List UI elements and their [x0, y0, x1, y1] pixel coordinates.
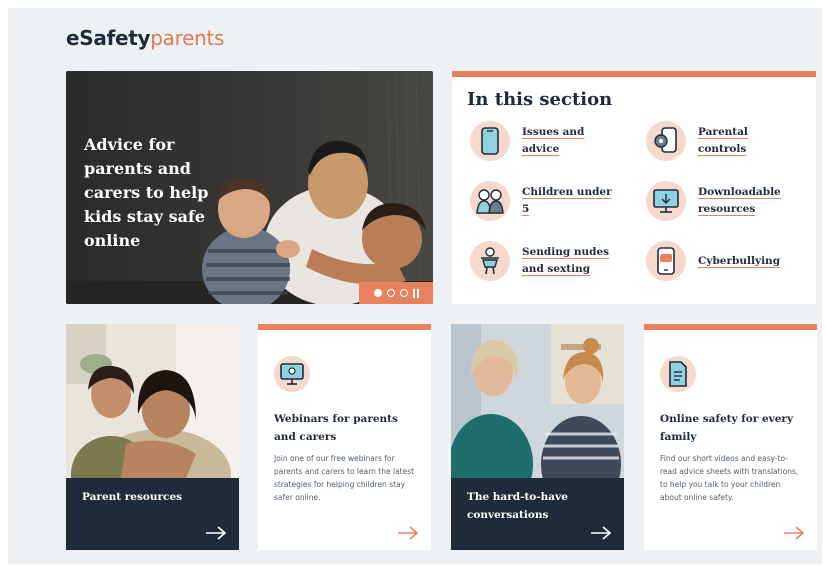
card-description: Find our short videos and easy-to-read a…	[660, 454, 799, 502]
card-title: Online safety for every family	[660, 413, 794, 443]
carousel-dot-1[interactable]	[373, 289, 382, 297]
card-photo	[451, 324, 624, 478]
section-link-label: Issues and advice	[522, 126, 585, 155]
esafety-parents-logo[interactable]: eSafetyparents	[66, 26, 224, 50]
phone-message-icon	[646, 241, 686, 281]
phone-icon	[470, 121, 510, 161]
children-icon	[470, 181, 510, 221]
card-title: Parent resources	[82, 491, 183, 503]
hero-carousel[interactable]: Advice for parents and carers to help ki…	[66, 71, 433, 304]
carousel-dot-3[interactable]	[399, 289, 408, 297]
card-webinars[interactable]: Webinars for parents and carers Join one…	[258, 324, 431, 550]
monitor-icon	[646, 181, 686, 221]
document-icon	[660, 356, 696, 392]
section-link-label: Sending nudes and sexting	[522, 246, 610, 275]
logo-part-esafety: eSafety	[66, 26, 151, 50]
section-link-label: Children under 5	[522, 186, 612, 215]
section-link-label: Downloadable resources	[698, 186, 781, 215]
card-parent-resources[interactable]: Parent resources	[66, 324, 239, 550]
section-title: In this section	[467, 89, 613, 110]
in-this-section-panel: In this section Issues and advice Parent…	[452, 71, 816, 304]
carousel-dot-2[interactable]	[386, 289, 395, 297]
card-photo	[66, 324, 239, 478]
hero-title: Advice for parents and carers to help ki…	[84, 135, 209, 250]
webinar-icon	[274, 356, 310, 392]
arrow-right-icon	[398, 526, 419, 540]
arrow-right-icon	[206, 526, 227, 540]
card-online-safety-family[interactable]: Online safety for every family Find our …	[644, 324, 817, 550]
section-link-sending-nudes[interactable]: Sending nudes and sexting	[470, 241, 622, 281]
arrow-right-icon	[784, 526, 805, 540]
phone-settings-icon	[646, 121, 686, 161]
section-link-parental-controls[interactable]: Parental controls	[646, 121, 798, 161]
section-link-label: Cyberbullying	[698, 254, 781, 267]
section-link-issues-and-advice[interactable]: Issues and advice	[470, 121, 622, 161]
section-link-label: Parental controls	[698, 126, 748, 155]
card-hard-to-have-conversations[interactable]: The hard-to-have conversations	[451, 324, 624, 550]
logo-part-parents: parents	[150, 26, 225, 50]
section-link-cyberbullying[interactable]: Cyberbullying	[646, 241, 798, 281]
person-icon	[470, 241, 510, 281]
card-title: Webinars for parents and carers	[274, 413, 398, 443]
card-title: The hard-to-have conversations	[467, 491, 568, 521]
pause-icon[interactable]	[412, 288, 419, 298]
card-description: Join one of our free webinars for parent…	[274, 454, 415, 502]
section-link-children-under-5[interactable]: Children under 5	[470, 181, 622, 221]
carousel-controls	[359, 282, 433, 304]
section-link-downloadable-resources[interactable]: Downloadable resources	[646, 181, 798, 221]
arrow-right-icon	[591, 526, 612, 540]
